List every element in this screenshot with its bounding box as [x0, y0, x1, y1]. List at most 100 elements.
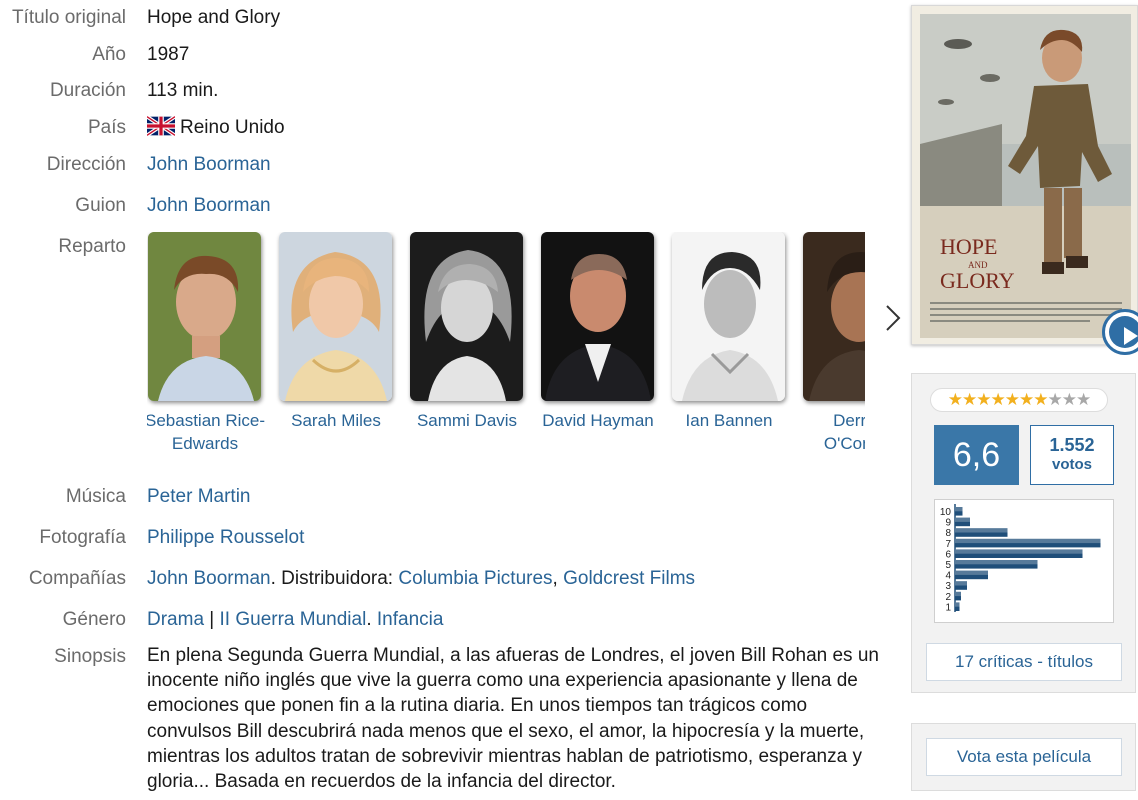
histogram-bar-highlight	[955, 560, 1038, 565]
star-filled-icon: ★	[976, 390, 991, 409]
label-script: Guion	[75, 195, 126, 216]
label-synopsis: Sinopsis	[54, 646, 126, 667]
cast-member[interactable]: Sarah Miles	[279, 232, 392, 432]
cast-member[interactable]: Sammi Davis	[410, 232, 523, 432]
histogram-tick-label: 9	[945, 518, 951, 529]
genre-dot: .	[366, 609, 377, 630]
rating-histogram: 10 9 8 7 6 5 4 3 2 1	[934, 499, 1114, 623]
poster-title-1: HOPE	[940, 234, 997, 259]
distributor-link-2[interactable]: Goldcrest Films	[563, 568, 695, 589]
histogram-bar-highlight	[955, 528, 1008, 533]
histogram-tick-label: 10	[940, 507, 952, 518]
star-filled-icon: ★	[1019, 390, 1034, 409]
synopsis-text: En plena Segunda Guerra Mundial, a las a…	[147, 645, 879, 793]
star-empty-icon: ★	[1061, 390, 1077, 409]
distributor-link-1[interactable]: Columbia Pictures	[398, 568, 552, 589]
actor-name[interactable]: Derrick O'Connor	[800, 409, 865, 455]
label-original-title: Título original	[11, 7, 126, 28]
genre-separator: |	[204, 609, 220, 630]
photography-link[interactable]: Philippe Rousselot	[147, 527, 304, 548]
votes-number: 1.552	[1049, 435, 1095, 455]
director-link[interactable]: John Boorman	[147, 154, 271, 175]
poster-title-3: GLORY	[940, 268, 1015, 293]
cast-member[interactable]: Derrick O'Connor	[803, 232, 865, 455]
play-trailer-button[interactable]	[1102, 309, 1138, 355]
uk-flag-icon	[147, 116, 175, 136]
actor-photo[interactable]	[279, 232, 392, 401]
star-empty-icon: ★	[1076, 390, 1091, 409]
histogram-bar-highlight	[955, 602, 960, 607]
star-empty-icon: ★	[1047, 390, 1063, 409]
label-cast: Reparto	[58, 236, 126, 257]
actor-name[interactable]: David Hayman	[538, 409, 658, 432]
histogram-tick-label: 6	[945, 549, 951, 560]
cast-member[interactable]: David Hayman	[541, 232, 654, 432]
vote-panel: Vota esta película	[911, 723, 1136, 791]
actor-name[interactable]: Sarah Miles	[276, 409, 396, 432]
label-year: Año	[92, 44, 126, 65]
label-direction: Dirección	[46, 154, 126, 175]
histogram-bar-highlight	[955, 517, 970, 522]
vote-button[interactable]: Vota esta película	[926, 738, 1122, 776]
original-title: Hope and Glory	[147, 7, 281, 28]
star-filled-icon: ★	[990, 390, 1006, 409]
country: Reino Unido	[147, 115, 895, 140]
cast-member[interactable]: Ian Bannen	[672, 232, 785, 432]
comma-separator: ,	[552, 568, 564, 589]
star-filled-icon: ★	[1033, 390, 1048, 409]
rating-stars: ★★★★★★★★★★	[930, 388, 1108, 412]
cast-member[interactable]: Sebastian Rice-Edwards	[147, 232, 265, 455]
duration: 113 min.	[147, 80, 219, 101]
histogram-bar-highlight	[955, 538, 1101, 544]
label-duration: Duración	[49, 80, 126, 101]
star-filled-icon: ★	[947, 390, 963, 409]
distributor-label: . Distribuidora:	[270, 568, 399, 589]
votes-count-button[interactable]: 1.552 votos	[1030, 425, 1114, 485]
histogram-tick-label: 5	[945, 560, 951, 571]
histogram-tick-label: 3	[945, 581, 951, 592]
histogram-bar-highlight	[955, 507, 963, 512]
music-link[interactable]: Peter Martin	[147, 486, 250, 507]
country-name: Reino Unido	[180, 117, 285, 138]
histogram-bar-highlight	[955, 581, 967, 586]
star-filled-icon: ★	[1004, 390, 1020, 409]
histogram-bar-highlight	[955, 591, 961, 597]
average-rating: 6,6	[934, 425, 1019, 485]
genre-link-ww2[interactable]: II Guerra Mundial	[220, 609, 367, 630]
movie-poster[interactable]: HOPE AND GLORY	[911, 5, 1138, 345]
label-country: País	[87, 117, 126, 138]
histogram-tick-label: 8	[945, 528, 951, 539]
label-photography: Fotografía	[39, 527, 126, 548]
actor-photo[interactable]	[410, 232, 523, 401]
votes-label: votos	[1051, 456, 1092, 473]
play-icon	[1109, 316, 1138, 348]
producer-link[interactable]: John Boorman	[147, 568, 271, 589]
histogram-tick-label: 7	[945, 539, 951, 550]
actor-photo[interactable]	[803, 232, 865, 401]
label-genre: Género	[62, 609, 126, 630]
histogram-bar-highlight	[955, 570, 988, 575]
cast-carousel: Sebastian Rice-Edwards Sarah Miles Sammi…	[147, 232, 865, 472]
histogram-tick-label: 2	[945, 592, 951, 603]
histogram-tick-label: 1	[945, 602, 951, 613]
label-music: Música	[65, 486, 126, 507]
star-filled-icon: ★	[962, 390, 977, 409]
year: 1987	[147, 44, 190, 65]
screenwriter-link[interactable]: John Boorman	[147, 195, 271, 216]
chevron-right-icon[interactable]	[881, 300, 905, 336]
actor-photo[interactable]	[541, 232, 654, 401]
genre-link-childhood[interactable]: Infancia	[377, 609, 444, 630]
histogram-bar-highlight	[955, 549, 1083, 554]
rating-panel: ★★★★★★★★★★ 6,6 1.552 votos 10 9 8 7 6 5 4 3 2 1 1…	[911, 373, 1136, 693]
companies: John Boorman. Distribuidora: Columbia Pi…	[147, 566, 895, 591]
critics-link[interactable]: 17 críticas - títulos	[926, 643, 1122, 681]
actor-photo[interactable]	[672, 232, 785, 401]
label-companies: Compañías	[28, 568, 126, 589]
genres: Drama | II Guerra Mundial. Infancia	[147, 607, 895, 632]
actor-name[interactable]: Sammi Davis	[407, 409, 527, 432]
actor-name[interactable]: Ian Bannen	[669, 409, 789, 432]
actor-name[interactable]: Sebastian Rice-Edwards	[147, 409, 265, 455]
genre-link-drama[interactable]: Drama	[147, 609, 204, 630]
actor-photo[interactable]	[148, 232, 261, 401]
histogram-tick-label: 4	[945, 571, 951, 582]
